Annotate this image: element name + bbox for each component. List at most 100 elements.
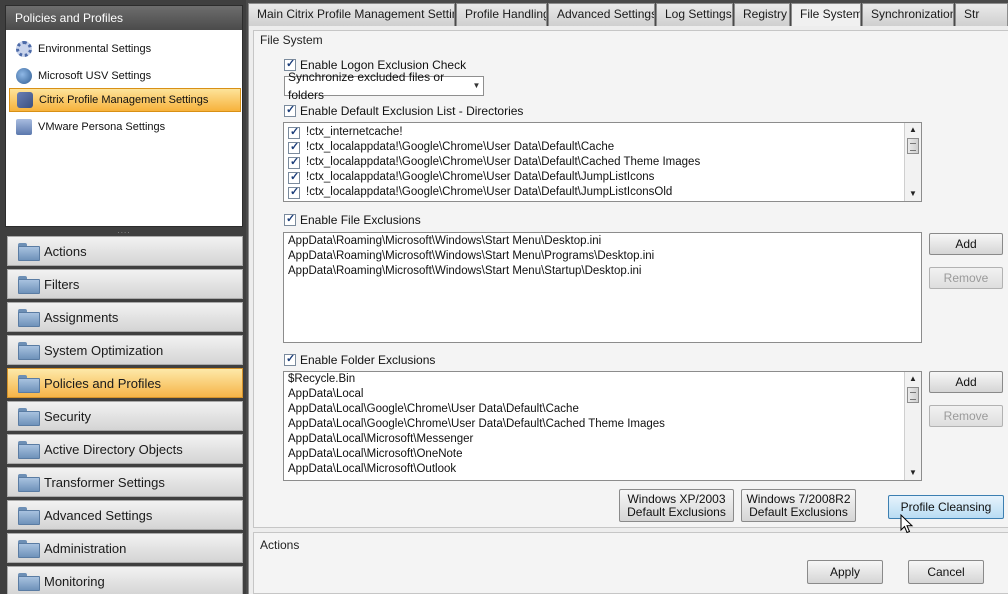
windows-xp-default-exclusions-button[interactable]: Windows XP/2003 Default Exclusions <box>619 489 734 522</box>
list-item[interactable]: !ctx_internetcache! <box>284 125 921 140</box>
list-item[interactable]: !ctx_localappdata!\Google\Chrome\User Da… <box>284 170 921 185</box>
list-item[interactable]: !ctx_localappdata!\Google\Chrome\User Da… <box>284 185 921 200</box>
default-exclusion-directories-checkbox[interactable]: Enable Default Exclusion List - Director… <box>284 103 524 118</box>
cancel-button[interactable]: Cancel <box>908 560 984 584</box>
list-item[interactable]: AppData\Roaming\Microsoft\Windows\Start … <box>284 264 921 279</box>
checkbox-box[interactable] <box>288 140 300 155</box>
list-item[interactable]: AppData\Local\Google\Chrome\User Data\De… <box>284 402 921 417</box>
checkbox-label: Enable File Exclusions <box>300 213 421 227</box>
list-item-label: !ctx_internetcache! <box>306 126 403 138</box>
tree-item-microsoft-usv-settings[interactable]: Microsoft USV Settings <box>9 64 241 88</box>
nav-item-system-optimization[interactable]: System Optimization <box>7 335 243 365</box>
tab-file-system[interactable]: File System <box>791 3 861 27</box>
tab-advanced-settings[interactable]: Advanced Settings <box>548 3 655 26</box>
button-label-line1: Windows 7/2008R2 <box>746 491 851 506</box>
nav-item-assignments[interactable]: Assignments <box>7 302 243 332</box>
checkbox-label: Enable Default Exclusion List - Director… <box>300 104 524 118</box>
list-item[interactable]: AppData\Local <box>284 387 921 402</box>
folder-icon <box>18 507 40 525</box>
folder-exclusion-add-button[interactable]: Add <box>929 371 1003 393</box>
list-item[interactable]: AppData\Roaming\Microsoft\Windows\Start … <box>284 249 921 264</box>
actions-group-title: Actions <box>260 538 300 552</box>
list-item[interactable]: !ctx_localappdata!\Google\Chrome\User Da… <box>284 140 921 155</box>
vertical-scrollbar[interactable]: ▲ ▼ <box>904 372 921 480</box>
nav-item-active-directory-objects[interactable]: Active Directory Objects <box>7 434 243 464</box>
folder-icon <box>18 309 40 327</box>
tab-log-settings[interactable]: Log Settings <box>656 3 733 26</box>
list-item[interactable]: !ctx_localappdata!\Google\Chrome\User Da… <box>284 155 921 170</box>
file-exclusions-checkbox[interactable]: Enable File Exclusions <box>284 212 421 227</box>
nav-item-security[interactable]: Security <box>7 401 243 431</box>
nav-item-label: Monitoring <box>44 573 105 589</box>
apply-button[interactable]: Apply <box>807 560 883 584</box>
nav-item-label: Actions <box>44 243 87 259</box>
nav-item-administration[interactable]: Administration <box>7 533 243 563</box>
scroll-up-icon[interactable]: ▲ <box>905 372 921 386</box>
list-item[interactable]: $Recycle.Bin <box>284 372 921 387</box>
tree-item-environmental-settings[interactable]: Environmental Settings <box>9 37 241 61</box>
list-item[interactable]: AppData\Local\Microsoft\OneNote <box>284 447 921 462</box>
button-label-line1: Windows XP/2003 <box>627 491 726 506</box>
dropdown-arrow-icon: ▼ <box>472 81 481 90</box>
list-item[interactable]: AppData\Local\Google\Chrome\User Data\De… <box>284 417 921 432</box>
folder-exclusion-remove-button[interactable]: Remove <box>929 405 1003 427</box>
left-navigation-pane: Policies and Profiles Environmental Sett… <box>0 0 246 594</box>
checkbox-box[interactable] <box>288 125 300 140</box>
tree-item-label: VMware Persona Settings <box>38 121 166 133</box>
file-exclusion-add-button[interactable]: Add <box>929 233 1003 255</box>
windows-7-default-exclusions-button[interactable]: Windows 7/2008R2 Default Exclusions <box>741 489 856 522</box>
tab-registry[interactable]: Registry <box>734 3 790 26</box>
citrix-icon <box>17 92 33 108</box>
folder-icon <box>18 243 40 261</box>
folder-icon <box>18 441 40 459</box>
scroll-down-icon[interactable]: ▼ <box>905 466 921 480</box>
pane-splitter[interactable]: .... <box>5 227 243 235</box>
list-item-label: !ctx_localappdata!\Google\Chrome\User Da… <box>306 171 655 183</box>
tree-item-vmware-persona-settings[interactable]: VMware Persona Settings <box>9 115 241 139</box>
vmware-icon <box>16 119 32 135</box>
tree-item-citrix-profile-management-settings[interactable]: Citrix Profile Management Settings <box>9 88 241 112</box>
vertical-scrollbar[interactable]: ▲ ▼ <box>904 123 921 201</box>
nav-item-monitoring[interactable]: Monitoring <box>7 566 243 594</box>
button-label-line2: Default Exclusions <box>627 504 726 519</box>
folder-icon <box>18 375 40 393</box>
list-item-label: !ctx_localappdata!\Google\Chrome\User Da… <box>306 141 615 153</box>
settings-tabstrip: Main Citrix Profile Management Settings … <box>248 3 1008 27</box>
nav-item-advanced-settings[interactable]: Advanced Settings <box>7 500 243 530</box>
list-item[interactable]: AppData\Local\Microsoft\Messenger <box>284 432 921 447</box>
default-exclusion-directories-list[interactable]: !ctx_internetcache! !ctx_localappdata!\G… <box>283 122 922 202</box>
folder-icon <box>18 276 40 294</box>
list-item[interactable]: AppData\Local\Microsoft\Outlook <box>284 462 921 477</box>
nav-item-filters[interactable]: Filters <box>7 269 243 299</box>
tab-synchronization[interactable]: Synchronization <box>862 3 954 26</box>
checkbox-box[interactable] <box>284 103 296 117</box>
scroll-down-icon[interactable]: ▼ <box>905 187 921 201</box>
folder-exclusions-checkbox[interactable]: Enable Folder Exclusions <box>284 352 435 367</box>
list-item[interactable]: AppData\Roaming\Microsoft\Windows\Start … <box>284 234 921 249</box>
folder-exclusions-list[interactable]: $Recycle.Bin AppData\Local AppData\Local… <box>283 371 922 481</box>
nav-item-policies-and-profiles[interactable]: Policies and Profiles <box>7 368 243 398</box>
folder-icon <box>18 408 40 426</box>
policies-tree-panel: Policies and Profiles Environmental Sett… <box>5 5 243 227</box>
checkbox-box[interactable] <box>288 155 300 170</box>
nav-item-label: Administration <box>44 540 127 556</box>
list-item-label: !ctx_localappdata!\Google\Chrome\User Da… <box>306 156 701 168</box>
scroll-thumb[interactable] <box>907 387 919 403</box>
checkbox-box[interactable] <box>284 352 296 366</box>
checkbox-box[interactable] <box>284 212 296 226</box>
tab-streaming[interactable]: Str <box>955 3 1008 26</box>
tab-main-citrix-profile-management-settings[interactable]: Main Citrix Profile Management Settings <box>248 3 455 26</box>
checkbox-box[interactable] <box>288 170 300 185</box>
tab-profile-handling[interactable]: Profile Handling <box>456 3 547 26</box>
scroll-up-icon[interactable]: ▲ <box>905 123 921 137</box>
dropdown-value: Synchronize excluded files or folders <box>288 70 445 102</box>
nav-item-actions[interactable]: Actions <box>7 236 243 266</box>
file-exclusions-list[interactable]: AppData\Roaming\Microsoft\Windows\Start … <box>283 232 922 343</box>
folder-icon <box>18 540 40 558</box>
file-exclusion-remove-button[interactable]: Remove <box>929 267 1003 289</box>
nav-item-transformer-settings[interactable]: Transformer Settings <box>7 467 243 497</box>
checkbox-box[interactable] <box>288 185 300 200</box>
scroll-thumb[interactable] <box>907 138 919 154</box>
folder-icon <box>18 573 40 591</box>
logon-exclusion-mode-dropdown[interactable]: Synchronize excluded files or folders ▼ <box>284 70 484 102</box>
